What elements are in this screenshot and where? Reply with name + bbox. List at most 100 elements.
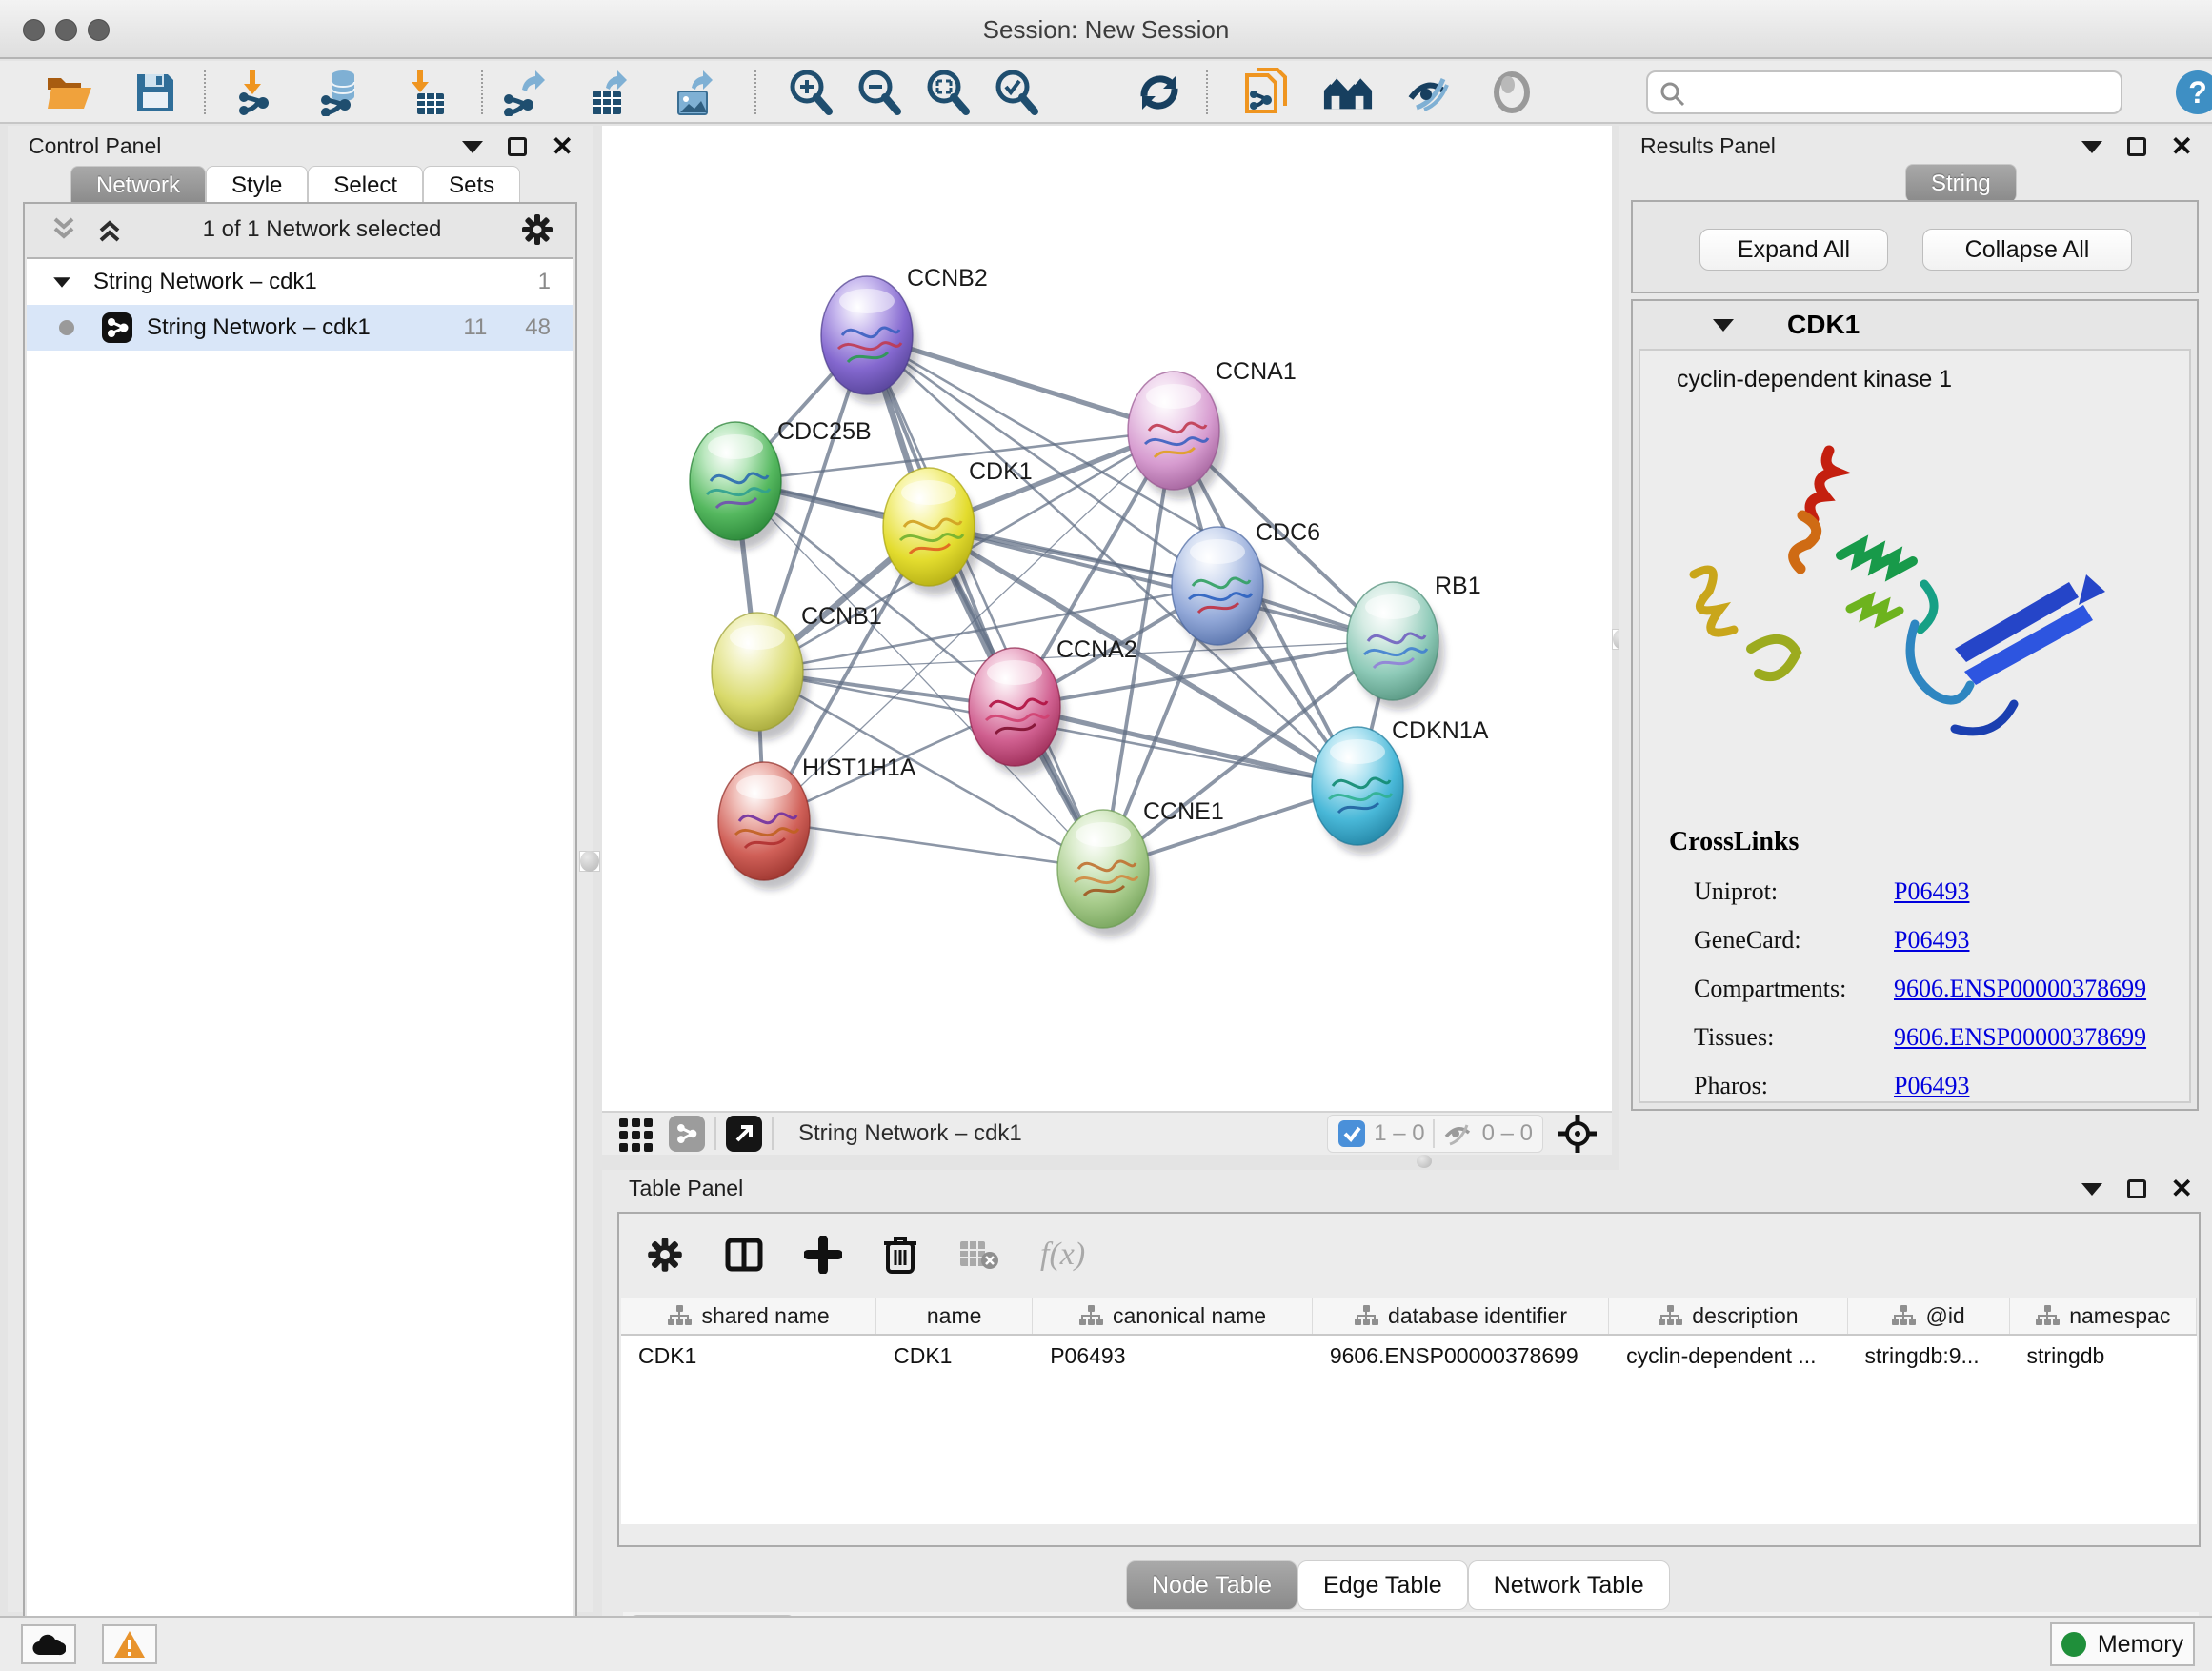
home-networks-icon[interactable] xyxy=(1322,69,1374,116)
crosslink-value[interactable]: P06493 xyxy=(1894,1072,1969,1100)
column-header-canonical-name[interactable]: canonical name xyxy=(1033,1298,1313,1334)
network-node-CDC6[interactable] xyxy=(1172,527,1269,654)
close-panel-icon[interactable]: ✕ xyxy=(2171,1179,2193,1198)
cloud-icon xyxy=(31,1632,66,1657)
tab-style[interactable]: Style xyxy=(206,166,308,204)
network-canvas[interactable]: CCNB2CCNA1CDC25BCDK1CDC6RB1CCNB1CCNA2CDK… xyxy=(602,126,1612,1111)
column-header--id[interactable]: @id xyxy=(1848,1298,2010,1334)
collapse-gene-icon[interactable] xyxy=(1713,319,1734,332)
import-network-database-icon[interactable] xyxy=(316,69,368,116)
table-cell[interactable]: cyclin-dependent ... xyxy=(1609,1336,1847,1376)
export-network-icon[interactable] xyxy=(497,69,549,116)
left-splitter-grip[interactable] xyxy=(579,851,600,872)
open-session-icon[interactable] xyxy=(44,69,95,116)
delete-column-icon[interactable] xyxy=(882,1234,918,1276)
column-header-shared-name[interactable]: shared name xyxy=(621,1298,876,1334)
network-graph[interactable]: CCNB2CCNA1CDC25BCDK1CDC6RB1CCNB1CCNA2CDK… xyxy=(602,126,1612,1111)
maximize-panel-icon[interactable] xyxy=(508,137,527,156)
network-node-CCNA2[interactable] xyxy=(969,648,1066,775)
grid-view-icon[interactable] xyxy=(617,1115,655,1153)
float-panel-icon[interactable] xyxy=(2081,1183,2102,1196)
network-tree-child-row[interactable]: String Network – cdk1 11 48 xyxy=(27,305,573,351)
warnings-button[interactable] xyxy=(102,1624,157,1664)
hide-selected-icon[interactable] xyxy=(1404,69,1456,116)
tab-sets[interactable]: Sets xyxy=(423,166,520,204)
add-column-icon[interactable] xyxy=(804,1236,842,1274)
bottom-splitter-grip[interactable] xyxy=(1414,1155,1435,1168)
network-edge[interactable] xyxy=(867,335,1103,869)
network-node-CCNB1[interactable] xyxy=(712,613,809,740)
network-options-gear-icon[interactable] xyxy=(520,212,554,247)
show-all-icon[interactable] xyxy=(1486,69,1538,116)
tab-node-table[interactable]: Node Table xyxy=(1126,1560,1297,1610)
table-cell[interactable]: P06493 xyxy=(1033,1336,1313,1376)
crosslink-value[interactable]: P06493 xyxy=(1894,877,1969,906)
delete-table-icon[interactable] xyxy=(958,1238,1000,1272)
export-image-icon[interactable] xyxy=(669,69,720,116)
tab-edge-table[interactable]: Edge Table xyxy=(1297,1560,1468,1610)
tab-network[interactable]: Network xyxy=(70,166,206,204)
network-node-CCNA1[interactable] xyxy=(1128,372,1225,499)
help-icon[interactable]: ? xyxy=(2172,69,2212,116)
table-row[interactable]: CDK1CDK1P064939606.ENSP00000378699cyclin… xyxy=(621,1336,2197,1376)
collapse-all-networks-icon[interactable] xyxy=(50,215,78,244)
table-options-gear-icon[interactable] xyxy=(646,1236,684,1274)
column-header-name[interactable]: name xyxy=(876,1298,1033,1334)
zoom-selected-icon[interactable] xyxy=(991,69,1042,116)
expand-all-button[interactable]: Expand All xyxy=(1699,229,1888,271)
tab-string[interactable]: String xyxy=(1905,164,2017,202)
column-header-namespac[interactable]: namespac xyxy=(2010,1298,2197,1334)
search-input[interactable] xyxy=(1696,76,2115,109)
table-cell[interactable]: stringdb:9... xyxy=(1848,1336,2010,1376)
collapse-all-button[interactable]: Collapse All xyxy=(1922,229,2132,271)
table-cell[interactable]: stringdb xyxy=(2010,1336,2198,1376)
table-cell[interactable]: 9606.ENSP00000378699 xyxy=(1313,1336,1609,1376)
apply-layout-icon[interactable] xyxy=(1134,69,1185,116)
show-columns-icon[interactable] xyxy=(724,1235,764,1275)
fit-content-icon[interactable] xyxy=(1557,1113,1599,1155)
tab-network-table[interactable]: Network Table xyxy=(1468,1560,1670,1610)
network-selection-status: 1 of 1 Network selected xyxy=(124,216,520,243)
table-cell[interactable]: CDK1 xyxy=(621,1336,876,1376)
network-node-CDKN1A[interactable] xyxy=(1312,727,1409,855)
function-builder-icon[interactable]: f(x) xyxy=(1040,1237,1085,1273)
network-node-CDK1[interactable] xyxy=(883,468,980,595)
column-header-description[interactable]: description xyxy=(1609,1298,1847,1334)
crosslink-value[interactable]: 9606.ENSP00000378699 xyxy=(1894,1023,2146,1052)
zoom-out-icon[interactable] xyxy=(854,69,905,116)
import-table-icon[interactable] xyxy=(400,69,452,116)
hidden-eye-icon[interactable] xyxy=(1442,1119,1475,1148)
string-view-icon[interactable] xyxy=(669,1116,705,1152)
network-edge[interactable] xyxy=(1015,707,1357,786)
table-body: CDK1CDK1P064939606.ENSP00000378699cyclin… xyxy=(621,1336,2197,1376)
expand-all-networks-icon[interactable] xyxy=(95,215,124,244)
zoom-fit-icon[interactable] xyxy=(922,69,974,116)
crosslink-value[interactable]: P06493 xyxy=(1894,926,1969,955)
network-node-CCNB2[interactable] xyxy=(821,276,918,404)
import-network-file-icon[interactable] xyxy=(232,69,284,116)
selected-checkbox-icon[interactable] xyxy=(1337,1119,1366,1148)
crosslink-row: Uniprot:P06493 xyxy=(1640,877,2189,906)
maximize-panel-icon[interactable] xyxy=(2127,1179,2146,1198)
zoom-in-icon[interactable] xyxy=(785,69,836,116)
close-panel-icon[interactable]: ✕ xyxy=(2171,137,2193,156)
tab-select[interactable]: Select xyxy=(308,166,423,204)
network-node-CCNE1[interactable] xyxy=(1057,810,1155,937)
save-session-icon[interactable] xyxy=(130,69,181,116)
network-tree-root-row[interactable]: String Network – cdk1 1 xyxy=(27,259,573,305)
float-panel-icon[interactable] xyxy=(462,141,483,153)
export-table-icon[interactable] xyxy=(583,69,634,116)
column-header-database-identifier[interactable]: database identifier xyxy=(1313,1298,1609,1334)
tree-collapse-icon[interactable] xyxy=(53,277,70,287)
detach-view-icon[interactable] xyxy=(726,1116,762,1152)
network-node-HIST1H1A[interactable] xyxy=(718,762,815,890)
close-panel-icon[interactable]: ✕ xyxy=(552,137,573,156)
network-node-RB1[interactable] xyxy=(1347,582,1444,710)
maximize-panel-icon[interactable] xyxy=(2127,137,2146,156)
table-cell[interactable]: CDK1 xyxy=(876,1336,1033,1376)
float-panel-icon[interactable] xyxy=(2081,141,2102,153)
crosslink-value[interactable]: 9606.ENSP00000378699 xyxy=(1894,975,2146,1003)
network-from-clipboard-icon[interactable] xyxy=(1240,69,1292,116)
cloud-button[interactable] xyxy=(21,1624,76,1664)
memory-button[interactable]: Memory xyxy=(2050,1622,2195,1666)
